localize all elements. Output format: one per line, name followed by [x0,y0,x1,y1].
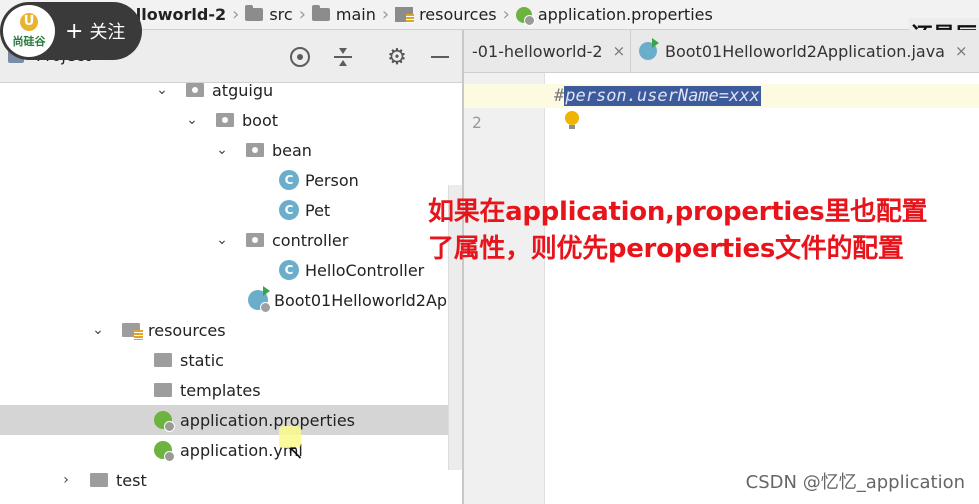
spring-boot-app-icon [639,38,659,60]
collapse-all-icon[interactable] [330,44,356,70]
spring-boot-app-icon [248,286,271,313]
gear-icon[interactable]: ⚙ [384,44,410,70]
minimize-icon[interactable] [427,44,453,70]
package-folder-icon [246,143,264,157]
close-icon[interactable]: × [613,42,626,60]
mouse-cursor-icon: ↖ [287,440,304,464]
locate-icon[interactable] [287,44,313,70]
logo-overlay: U 尚硅谷 + 关注 [0,2,142,60]
class-icon: C [279,260,299,280]
editor-tab[interactable]: -01-helloworld-2 × [464,30,630,72]
breadcrumb-main[interactable]: main [311,0,376,29]
breadcrumb-src[interactable]: src [245,0,293,29]
resources-folder-icon [395,7,415,23]
editor-tab-bar: -01-helloworld-2 × Boot01Helloworld2Appl… [464,30,979,73]
close-icon[interactable]: × [955,42,968,60]
folder-icon [154,383,172,397]
resources-folder-icon [122,323,143,340]
package-folder-icon [186,83,204,97]
chevron-right-icon: › [232,4,240,25]
code-line-1[interactable]: #person.userName=xxx [554,84,761,108]
chevron-right-icon: › [298,4,306,25]
line-number-gutter: 1 2 [464,73,545,504]
logo: U 尚硅谷 [3,5,55,57]
spring-config-icon [515,6,535,26]
package-folder-icon [216,113,234,127]
chevron-down-icon: ⌄ [216,232,228,248]
chevron-down-icon: ⌄ [156,82,168,98]
annotation-text: 如果在application,properties里也配置 了属性，则优先per… [428,197,928,264]
class-icon: C [279,170,299,190]
tree-item[interactable]: › test [0,465,520,495]
folder-icon [90,473,108,487]
project-tree: ⌄ atguigu ⌄ boot ⌄ bean C Person C Pet ⌄… [0,81,616,504]
chevron-down-icon: ⌄ [216,142,228,158]
spring-config-icon [154,411,175,432]
watermark: CSDN @忆忆_application [745,472,965,493]
class-icon: C [279,200,299,220]
folder-icon [245,5,264,21]
follow-button[interactable]: + 关注 [65,18,125,44]
navigation-bar: -01-helloworld-2 › src › main › resource… [0,0,979,30]
chevron-down-icon: ⌄ [186,112,198,128]
chevron-right-icon: › [63,472,69,488]
package-folder-icon [246,233,264,247]
logo-mark-icon: U [20,13,38,31]
breadcrumb-resources[interactable]: resources [395,0,497,29]
editor-tab[interactable]: Boot01Helloworld2Application.java × [630,30,976,72]
selected-text: person.userName=xxx [564,86,761,106]
chevron-right-icon: › [381,4,390,25]
code-editor[interactable] [545,73,979,504]
plus-icon: + [65,18,84,44]
spring-config-icon [154,441,175,462]
chevron-down-icon: ⌄ [92,322,104,338]
lightbulb-icon[interactable] [565,111,579,129]
chevron-right-icon: › [502,4,510,25]
folder-icon [311,5,330,21]
line-number: 2 [472,113,482,132]
breadcrumb-file[interactable]: application.properties [515,0,713,29]
folder-icon [154,353,172,367]
